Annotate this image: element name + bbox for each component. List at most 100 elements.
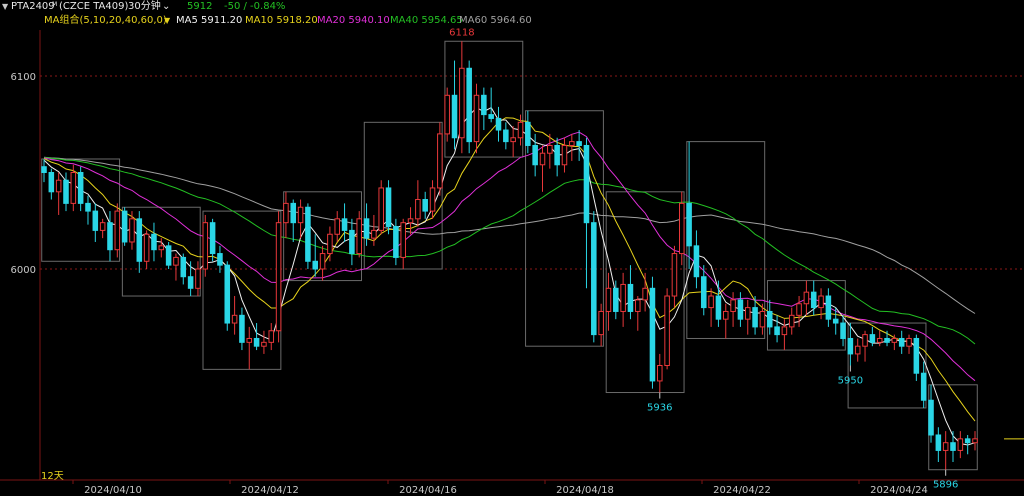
candle-body xyxy=(891,337,898,343)
candle-body xyxy=(305,206,311,262)
candle-body xyxy=(876,337,883,343)
candle xyxy=(385,180,392,235)
candle-body xyxy=(55,179,62,193)
candle-body xyxy=(136,218,143,262)
candle-body xyxy=(327,233,333,255)
candle-body xyxy=(173,256,179,266)
candle xyxy=(854,338,861,362)
candle xyxy=(136,211,143,273)
candle xyxy=(576,130,582,161)
candle xyxy=(224,261,231,331)
candle-body xyxy=(657,365,663,382)
candle xyxy=(569,133,575,161)
candle xyxy=(708,288,714,327)
candle-body xyxy=(781,326,788,336)
low-price-label: 5950 xyxy=(838,376,863,387)
candles xyxy=(41,41,978,470)
candle xyxy=(151,222,157,262)
candle xyxy=(319,245,326,281)
candle-body xyxy=(371,229,377,239)
candle-body xyxy=(627,283,634,312)
candle-body xyxy=(503,129,509,143)
candle xyxy=(429,180,436,219)
candle-body xyxy=(283,202,289,224)
candle-body xyxy=(378,187,384,231)
candle-body xyxy=(99,222,106,231)
candle xyxy=(913,334,920,381)
candle-body xyxy=(290,202,297,224)
candle-body xyxy=(312,260,319,270)
candle xyxy=(415,180,421,227)
candle xyxy=(48,168,55,200)
range-boxes xyxy=(41,40,978,471)
candle-body xyxy=(715,295,722,320)
candle xyxy=(231,296,238,335)
candle-body xyxy=(444,94,450,135)
candle xyxy=(371,214,377,246)
candle-body xyxy=(85,202,91,212)
candle xyxy=(840,315,846,347)
candle-body xyxy=(297,206,304,224)
candle-body xyxy=(649,287,656,382)
candle xyxy=(473,83,480,154)
candle-body xyxy=(363,218,370,239)
candle-body xyxy=(810,291,817,309)
candle-body xyxy=(942,442,949,451)
candle-body xyxy=(686,202,692,247)
candle xyxy=(283,191,289,239)
candle-body xyxy=(832,318,839,324)
candle-body xyxy=(48,172,55,193)
candle-body xyxy=(517,121,524,139)
candle-body xyxy=(261,341,267,347)
x-tick-label: 2024/04/22 xyxy=(713,485,771,496)
time-span-label: 12天 xyxy=(41,471,64,482)
candle xyxy=(378,180,384,235)
candle xyxy=(657,353,663,393)
ma60-line xyxy=(43,156,976,314)
candle xyxy=(510,126,516,158)
candle xyxy=(121,207,128,246)
candle xyxy=(525,110,531,154)
candle xyxy=(129,211,135,250)
candle xyxy=(407,207,414,235)
candle-body xyxy=(598,310,604,336)
candle xyxy=(400,218,406,269)
candle-body xyxy=(356,218,362,255)
candle xyxy=(239,307,245,351)
candle xyxy=(737,292,744,327)
candle-body xyxy=(678,202,685,255)
candle-body xyxy=(525,121,531,146)
candle xyxy=(561,137,568,173)
candle xyxy=(664,288,670,370)
candle-body xyxy=(187,276,194,289)
candle-body xyxy=(964,438,971,444)
candle-body xyxy=(275,222,282,332)
candle-body xyxy=(708,295,714,309)
candle-body xyxy=(231,314,238,324)
candle xyxy=(957,431,964,459)
candle xyxy=(876,330,883,347)
candle xyxy=(554,137,560,177)
candle xyxy=(334,211,341,242)
candle-body xyxy=(591,222,597,336)
candle xyxy=(85,195,91,225)
candle xyxy=(547,133,553,169)
candle-body xyxy=(693,245,700,278)
candle xyxy=(246,326,253,370)
candle xyxy=(972,431,978,451)
candle xyxy=(297,199,304,239)
candle-body xyxy=(466,67,472,143)
candle xyxy=(466,60,472,154)
low-price-label: 5896 xyxy=(933,480,958,491)
candle-body xyxy=(972,438,978,444)
candle-body xyxy=(41,166,47,174)
candle-body xyxy=(488,114,494,119)
candle-body xyxy=(759,310,766,328)
candle-body xyxy=(415,199,421,220)
x-tick-label: 2024/04/12 xyxy=(241,485,299,496)
candle xyxy=(825,288,832,327)
candlestick-chart[interactable]: 6000 6100 2024/04/10 2024/04/12 2024/04/16 20… xyxy=(0,0,1024,496)
candle-body xyxy=(554,144,560,166)
candle-body xyxy=(928,399,934,436)
candle-body xyxy=(774,326,780,336)
